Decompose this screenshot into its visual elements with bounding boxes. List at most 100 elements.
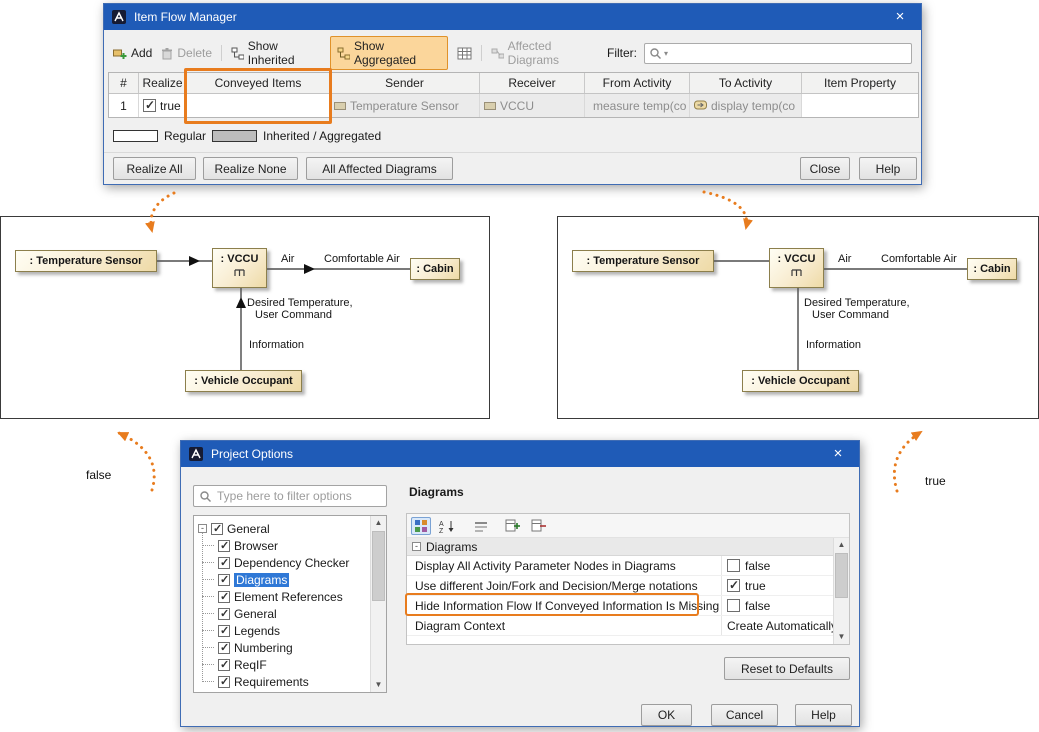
separator-line: [104, 152, 921, 153]
close-icon[interactable]: ×: [824, 441, 852, 467]
grid-scrollbar[interactable]: ▲ ▼: [833, 538, 849, 644]
tree-item-general-root[interactable]: - General: [194, 520, 370, 537]
scroll-up-icon[interactable]: ▲: [371, 516, 386, 530]
value-checkbox[interactable]: [727, 579, 740, 592]
block-vehicle-occupant[interactable]: : Vehicle Occupant: [742, 370, 859, 392]
tree-item-dependency-checker[interactable]: Dependency Checker: [194, 554, 370, 571]
block-vccu[interactable]: : VCCU: [212, 248, 267, 288]
tree-item-reqif[interactable]: ReqIF: [194, 656, 370, 673]
realize-all-button[interactable]: Realize All: [113, 157, 196, 180]
tree-item-general[interactable]: General: [194, 605, 370, 622]
show-description-button[interactable]: [471, 517, 491, 535]
tree-item-legends[interactable]: Legends: [194, 622, 370, 639]
collapse-icon[interactable]: -: [198, 524, 207, 533]
checkbox[interactable]: [218, 557, 230, 569]
categorized-view-icon: [414, 519, 428, 533]
checkbox[interactable]: [218, 642, 230, 654]
legend-inherited-label: Inherited / Aggregated: [263, 129, 381, 143]
categorized-view-button[interactable]: [411, 517, 431, 535]
block-vehicle-occupant[interactable]: : Vehicle Occupant: [185, 370, 302, 392]
all-affected-diagrams-button[interactable]: All Affected Diagrams: [306, 157, 453, 180]
sort-alphabetically-icon: AZ: [439, 519, 455, 533]
block-cabin[interactable]: : Cabin: [410, 258, 460, 280]
block-temperature-sensor[interactable]: : Temperature Sensor: [15, 250, 157, 272]
property-row[interactable]: Use different Join/Fork and Decision/Mer…: [407, 576, 833, 596]
expand-all-button[interactable]: [503, 517, 523, 535]
scroll-thumb[interactable]: [835, 553, 848, 598]
block-temperature-sensor[interactable]: : Temperature Sensor: [572, 250, 714, 272]
block-cabin[interactable]: : Cabin: [967, 258, 1017, 280]
checkbox[interactable]: [218, 591, 230, 603]
tree-item-element-references[interactable]: Element References: [194, 588, 370, 605]
delete-button[interactable]: Delete: [161, 46, 212, 60]
col-header-conveyed-items[interactable]: Conveyed Items: [187, 73, 330, 93]
filter-input[interactable]: [670, 46, 907, 60]
tree-item-browser[interactable]: Browser: [194, 537, 370, 554]
ifm-titlebar[interactable]: Item Flow Manager ×: [104, 4, 921, 30]
po-titlebar[interactable]: Project Options ×: [181, 441, 859, 467]
tree-item-diagrams[interactable]: Diagrams: [194, 571, 370, 588]
tree-scrollbar[interactable]: ▲ ▼: [370, 516, 386, 692]
help-button[interactable]: Help: [859, 157, 917, 180]
search-icon: [199, 490, 212, 503]
table-header-row: # Realize Conveyed Items Sender Receiver…: [109, 73, 918, 94]
value-checkbox[interactable]: [727, 559, 740, 572]
col-header-realize[interactable]: Realize: [139, 73, 187, 93]
col-header-receiver[interactable]: Receiver: [480, 73, 585, 93]
property-group-header[interactable]: - Diagrams: [407, 538, 833, 556]
add-button[interactable]: Add: [113, 46, 152, 60]
close-button[interactable]: Close: [800, 157, 850, 180]
show-inherited-button[interactable]: Show Inherited: [231, 39, 321, 67]
tree-item-requirements[interactable]: Requirements: [194, 673, 370, 690]
col-header-to-activity[interactable]: To Activity: [690, 73, 802, 93]
cell-item-property[interactable]: [802, 94, 918, 117]
value-checkbox[interactable]: [727, 599, 740, 612]
scroll-up-icon[interactable]: ▲: [834, 538, 849, 552]
cancel-button[interactable]: Cancel: [711, 704, 778, 726]
structure-rake-icon: [790, 268, 803, 277]
collapse-all-button[interactable]: [529, 517, 549, 535]
ifm-toolbar: Add Delete Show Inherited Show Aggregate…: [104, 40, 921, 66]
realize-checkbox[interactable]: [143, 99, 156, 112]
property-row[interactable]: Diagram Context Create Automatically: [407, 616, 833, 636]
chevron-down-icon[interactable]: ▾: [664, 49, 668, 58]
search-icon: [649, 47, 662, 60]
checkbox[interactable]: [218, 540, 230, 552]
checkbox[interactable]: [218, 574, 230, 586]
cell-to-activity: display temp(co: [690, 94, 802, 117]
tree-item-numbering[interactable]: Numbering: [194, 639, 370, 656]
scroll-down-icon[interactable]: ▼: [834, 630, 849, 644]
show-aggregated-toggle[interactable]: Show Aggregated: [330, 36, 448, 70]
col-header-from-activity[interactable]: From Activity: [585, 73, 690, 93]
checkbox[interactable]: [218, 625, 230, 637]
col-header-sender[interactable]: Sender: [330, 73, 480, 93]
help-button[interactable]: Help: [795, 704, 852, 726]
close-icon[interactable]: ×: [886, 4, 914, 30]
regular-swatch: [113, 130, 158, 142]
property-grid: - Diagrams Display All Activity Paramete…: [407, 538, 833, 644]
filter-group: Filter: ▾: [607, 43, 912, 64]
affected-diagrams-button[interactable]: Affected Diagrams: [491, 39, 598, 67]
sort-alphabetically-button[interactable]: AZ: [437, 517, 457, 535]
table-row[interactable]: 1 true Temperature Sensor VCCU measure t…: [109, 94, 918, 117]
table-options-button[interactable]: [457, 47, 472, 60]
property-row[interactable]: Display All Activity Parameter Nodes in …: [407, 556, 833, 576]
ok-button[interactable]: OK: [641, 704, 692, 726]
reset-to-defaults-button[interactable]: Reset to Defaults: [724, 657, 850, 680]
collapse-icon[interactable]: -: [412, 542, 421, 551]
options-property-panel: AZ - Diagrams Display All Activit: [406, 513, 850, 645]
matrix-icon: [457, 47, 472, 60]
property-row-hide-information-flow[interactable]: Hide Information Flow If Conveyed Inform…: [407, 596, 833, 616]
checkbox[interactable]: [218, 608, 230, 620]
col-header-num[interactable]: #: [109, 73, 139, 93]
cell-conveyed-items[interactable]: [187, 94, 330, 117]
checkbox[interactable]: [218, 659, 230, 671]
checkbox[interactable]: [218, 676, 230, 688]
options-search-input[interactable]: [217, 489, 381, 503]
block-vccu[interactable]: : VCCU: [769, 248, 824, 288]
checkbox[interactable]: [211, 523, 223, 535]
realize-none-button[interactable]: Realize None: [203, 157, 298, 180]
col-header-item-property[interactable]: Item Property: [802, 73, 918, 93]
scroll-thumb[interactable]: [372, 531, 385, 601]
scroll-down-icon[interactable]: ▼: [371, 678, 386, 692]
